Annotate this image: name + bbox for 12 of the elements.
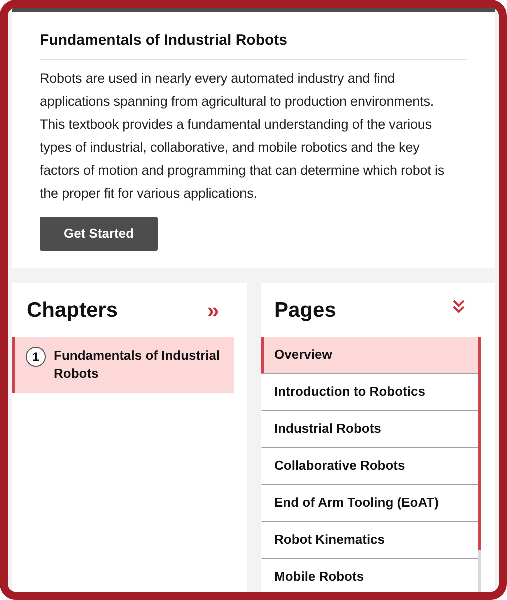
chapter-number: 1: [26, 346, 46, 366]
chapters-heading: Chapters: [27, 298, 118, 324]
chevrons-down-icon[interactable]: [453, 300, 465, 314]
course-description: Robots are used in nearly every automated industry and find applications spanning from agricultural to production environments. This textbook provides a fundamental understanding of the various types of industrial, collaborative, and mobile robotics and the key factors of motion and programming that can determine which robot is the proper fit for various applications.: [40, 70, 446, 203]
chapter-title: Fundamentals of Industrial Robots: [54, 346, 222, 382]
expand-toggle[interactable]: »: [207, 300, 220, 322]
page-item[interactable]: Overview: [260, 336, 478, 374]
course-title: Fundamentals of Industrial Robots: [40, 30, 467, 60]
get-started-button[interactable]: Get Started: [40, 216, 158, 250]
chapter-item[interactable]: 1 Fundamentals of Industrial Robots: [12, 336, 234, 392]
pages-heading: Pages: [274, 298, 336, 324]
scrollbar[interactable]: [478, 336, 481, 592]
